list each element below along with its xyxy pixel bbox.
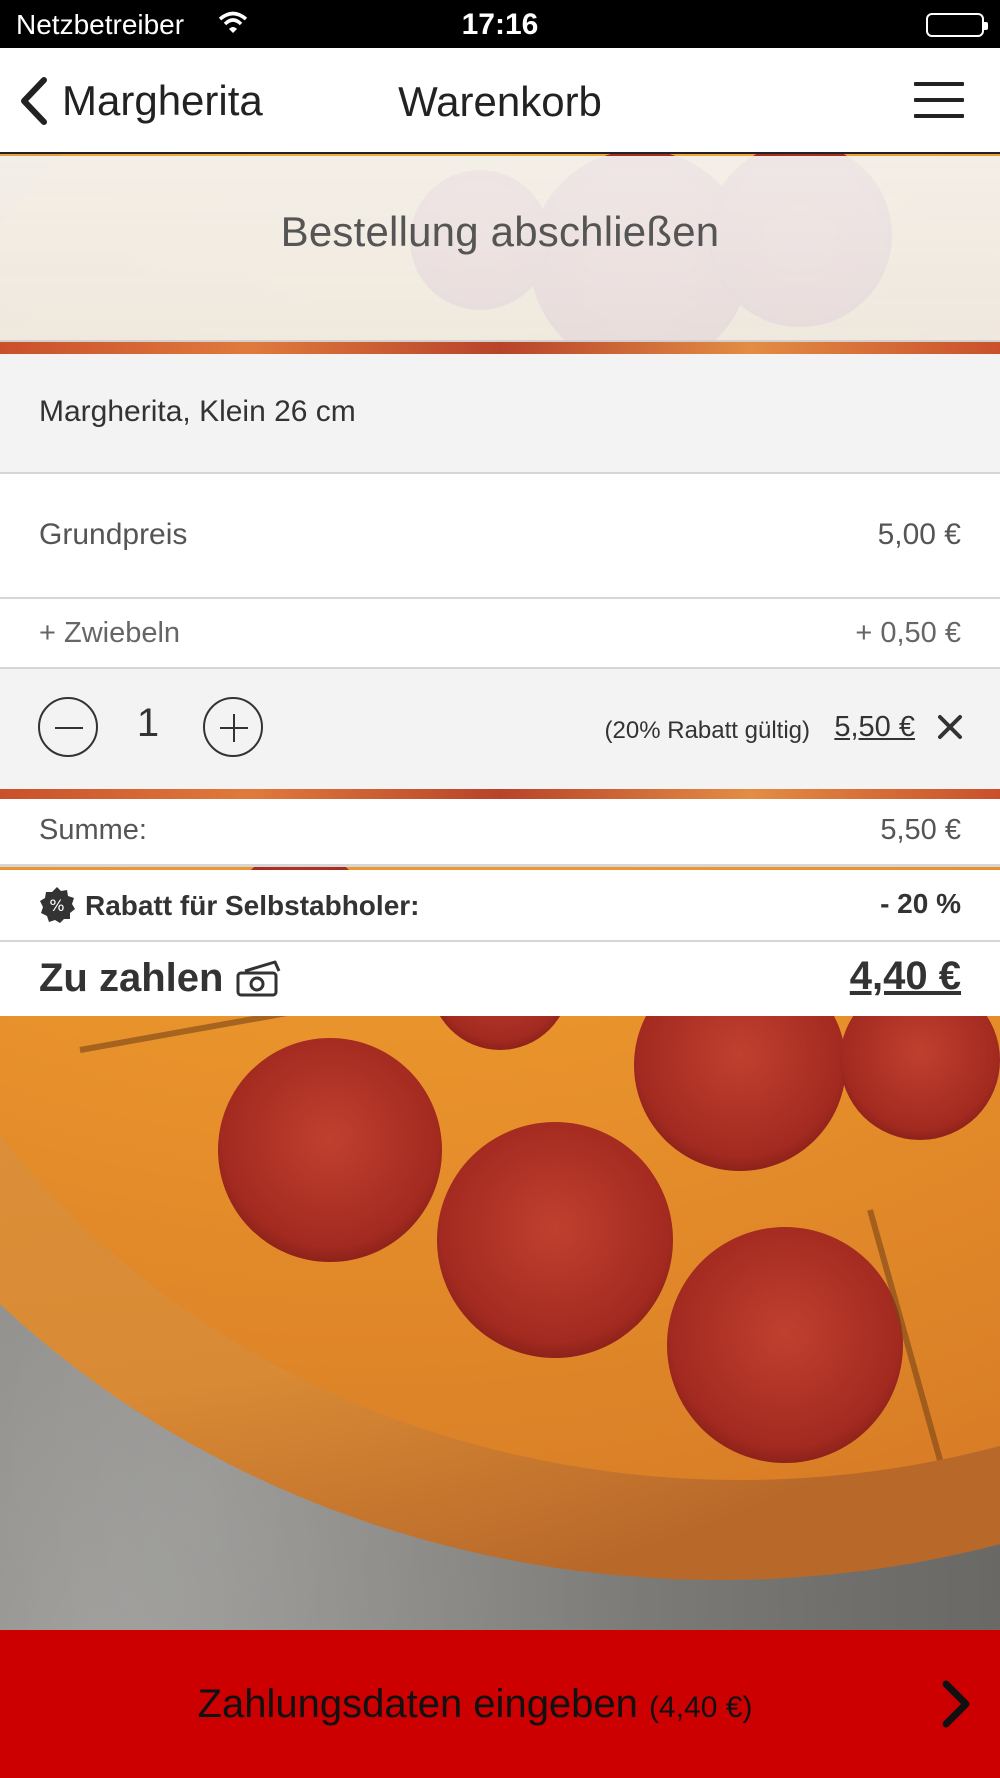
extra-price: + 0,50 €	[855, 617, 961, 649]
discount-row: % Rabatt für Selbstabholer: - 20 %	[0, 870, 1000, 942]
extra-label: + Zwiebeln	[39, 617, 181, 649]
back-button-label: Margherita	[62, 77, 263, 124]
increase-quantity-button[interactable]	[203, 697, 263, 757]
quantity-value: 1	[136, 701, 160, 745]
sum-row: Summe: 5,50 €	[0, 799, 1000, 867]
status-bar: Netzbetreiber 17:16	[0, 0, 1000, 48]
back-chevron-icon	[21, 77, 47, 125]
checkout-banner: Bestellung abschließen	[0, 156, 1000, 342]
discount-note: (20% Rabatt gültig)	[604, 717, 810, 744]
banner-title: Bestellung abschließen	[280, 208, 720, 255]
svg-text:%: %	[49, 896, 64, 915]
discount-label: Rabatt für Selbstabholer:	[85, 890, 420, 921]
pizza-strip	[0, 342, 1000, 354]
sum-value: 5,50 €	[880, 814, 961, 846]
total-value: 4,40 €	[849, 954, 961, 998]
sum-label: Summe:	[39, 814, 147, 846]
pizza-strip-2	[0, 789, 1000, 799]
hamburger-menu-icon[interactable]	[914, 82, 964, 118]
cta-amount: (4,40 €)	[649, 1691, 753, 1724]
clock: 17:16	[461, 8, 539, 41]
extra-row: + Zwiebeln + 0,50 €	[0, 599, 1000, 669]
discount-value: - 20 %	[880, 888, 961, 919]
base-price-row: Grundpreis 5,00 €	[0, 474, 1000, 599]
quantity-row: 1 (20% Rabatt gültig) 5,50 €	[0, 669, 1000, 789]
total-label-group: Zu zahlen	[39, 956, 285, 1001]
base-price-value: 5,00 €	[877, 518, 961, 551]
percent-badge-icon: %	[40, 887, 75, 923]
total-label: Zu zahlen	[39, 956, 224, 1000]
base-price-label: Grundpreis	[39, 518, 188, 551]
money-icon	[236, 960, 281, 996]
decrease-quantity-button[interactable]	[38, 697, 98, 757]
enter-payment-button[interactable]: Zahlungsdaten eingeben (4,40 €)	[0, 1630, 1000, 1778]
battery-icon	[926, 13, 988, 37]
close-icon[interactable]	[936, 713, 964, 741]
cart-item-header: Margherita, Klein 26 cm	[0, 354, 1000, 474]
cart-item-name: Margherita, Klein 26 cm	[39, 395, 356, 428]
cta-label: Zahlungsdaten eingeben	[197, 1682, 638, 1726]
item-total-price: 5,50 €	[834, 711, 915, 743]
total-row: Zu zahlen 4,40 €	[0, 942, 1000, 1016]
back-button[interactable]: Margherita	[18, 76, 263, 126]
navigation-bar: Margherita Warenkorb	[0, 48, 1000, 154]
chevron-right-icon	[942, 1680, 970, 1728]
cta-label-group: Zahlungsdaten eingeben (4,40 €)	[0, 1682, 950, 1727]
